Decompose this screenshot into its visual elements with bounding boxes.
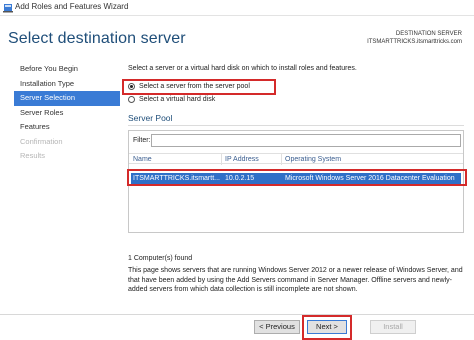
- title-bar: Add Roles and Features Wizard: [0, 0, 474, 16]
- column-ip-address[interactable]: IP Address: [225, 156, 259, 163]
- radio-virtual-hard-disk[interactable]: [128, 96, 135, 103]
- nav-confirmation: Confirmation: [20, 136, 63, 146]
- column-operating-system[interactable]: Operating System: [285, 156, 341, 163]
- page-title: Select destination server: [8, 30, 186, 47]
- radio-server-pool[interactable]: [128, 83, 135, 90]
- destination-server-info: DESTINATION SERVER ITSMARTTRICKS.itsmart…: [367, 30, 462, 46]
- option-server-pool[interactable]: Select a server from the server pool: [128, 83, 250, 90]
- wizard-steps-nav: Before You Begin Installation Type Serve…: [0, 62, 120, 164]
- nav-installation-type[interactable]: Installation Type: [0, 77, 120, 92]
- footer-divider: [0, 314, 474, 315]
- install-button: Install: [370, 320, 416, 334]
- intro-text: Select a server or a virtual hard disk o…: [128, 65, 357, 72]
- next-button[interactable]: Next >: [307, 320, 347, 334]
- option-virtual-hard-disk[interactable]: Select a virtual hard disk: [128, 96, 215, 103]
- column-separator: [281, 154, 282, 165]
- previous-button[interactable]: < Previous: [254, 320, 300, 334]
- nav-results: Results: [20, 151, 46, 160]
- nav-features[interactable]: Features: [0, 120, 120, 135]
- server-manager-icon: [3, 4, 13, 13]
- divider: [128, 125, 464, 126]
- filter-input[interactable]: [151, 134, 461, 147]
- column-separator: [221, 154, 222, 165]
- computers-found-count: 1 Computer(s) found: [128, 255, 193, 262]
- description-text: This page shows servers that are running…: [128, 267, 463, 293]
- server-pool-heading: Server Pool: [128, 113, 173, 123]
- nav-before-you-begin[interactable]: Before You Begin: [0, 62, 120, 77]
- nav-server-roles[interactable]: Server Roles: [0, 106, 120, 121]
- server-row-highlight: [127, 169, 467, 186]
- table-header: Name IP Address Operating System: [129, 153, 463, 165]
- option-server-pool-label: Select a server from the server pool: [139, 83, 250, 90]
- nav-server-selection[interactable]: Server Selection: [14, 91, 120, 106]
- column-name[interactable]: Name: [133, 156, 152, 163]
- option-vhd-label: Select a virtual hard disk: [139, 96, 216, 103]
- destination-label: DESTINATION SERVER: [395, 31, 462, 37]
- filter-label: Filter:: [133, 137, 151, 144]
- destination-value: ITSMARTTRICKS.itsmarttricks.com: [367, 39, 462, 45]
- window-title: Add Roles and Features Wizard: [15, 2, 129, 11]
